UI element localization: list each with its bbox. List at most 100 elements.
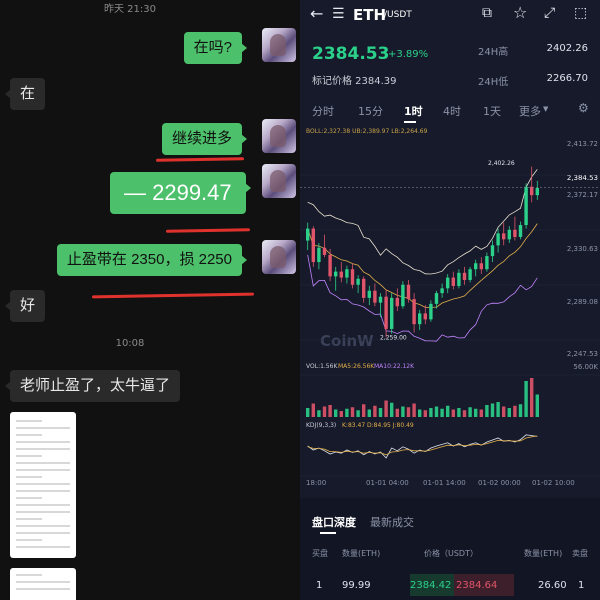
candle (530, 186, 534, 196)
message-bubble-other[interactable]: 好 (4, 290, 46, 322)
avatar[interactable] (262, 164, 296, 198)
tab-4h[interactable]: 4时 (443, 103, 461, 119)
orderbook-tab-indicator (320, 532, 336, 534)
volume-bar (334, 409, 338, 417)
candle (373, 290, 377, 303)
volume-bar (440, 408, 444, 417)
candle (367, 290, 371, 298)
avatar[interactable] (262, 28, 296, 62)
candle (378, 296, 383, 303)
tab-latest-trades[interactable]: 最新成交 (370, 514, 414, 530)
volume-bar (468, 407, 472, 417)
volume-bar (306, 408, 310, 417)
bid-price[interactable]: 2384.42 (410, 580, 451, 591)
volume-bar (490, 403, 495, 417)
candle (502, 233, 506, 240)
volume-bar (446, 405, 450, 417)
volume-bar (496, 402, 500, 417)
candle (490, 245, 495, 257)
red-underline-annotation (91, 292, 255, 299)
chart-low-label: 2,259.00 (380, 334, 407, 341)
message-bubble-me-price[interactable]: — 2299.47 (110, 172, 251, 214)
volume-bar (362, 404, 366, 417)
volume-label: VOL:1.56K (306, 363, 338, 370)
volume-bar (502, 406, 506, 417)
candle (350, 269, 355, 285)
volume-bar (339, 411, 343, 417)
volume-bar (434, 406, 439, 417)
message-bubble-me[interactable]: 继续进多 (161, 123, 248, 155)
volume-bar (524, 381, 528, 417)
candle (345, 269, 349, 278)
tab-timeline[interactable]: 分时 (312, 103, 334, 119)
bid-quantity: 99.99 (342, 580, 371, 591)
candle (395, 297, 399, 307)
mark-price: 标记价格 2384.39 (312, 76, 397, 87)
volume-bar (457, 408, 461, 417)
boll-lower-band (307, 254, 538, 342)
candle (328, 254, 332, 277)
candlestick-chart[interactable]: 2,402.26 2,259.00 (300, 135, 600, 500)
volume-bar (412, 403, 416, 417)
avatar[interactable] (262, 119, 296, 153)
chevron-down-icon[interactable]: ▼ (543, 105, 548, 113)
orderbook-header: 价格（USDT） (424, 549, 478, 558)
chart-high-label: 2,402.26 (488, 160, 515, 167)
red-underline-annotation (155, 157, 245, 162)
candle (390, 297, 394, 329)
candle (451, 277, 455, 286)
volume-axis-label: 56.00K (573, 363, 598, 371)
volume-bar (345, 408, 349, 417)
orderbook-header: 卖盘 (572, 549, 588, 558)
landscape-icon[interactable]: ⬚ (574, 6, 587, 20)
volume-bar (513, 405, 517, 417)
message-bubble-other[interactable]: 在 (4, 78, 46, 110)
tab-15m[interactable]: 15分 (358, 103, 383, 119)
menu-icon[interactable]: ☰ (332, 7, 345, 21)
candle (322, 247, 327, 255)
low-label: 24H低 (478, 77, 509, 88)
indicator-settings-icon[interactable]: ⚙ (578, 101, 589, 115)
timestamp-top: 昨天 21:30 (104, 4, 156, 15)
chat-panel: 昨天 21:30 在吗? 在 继续进多 — 2299.47 止盈带在 2350，… (0, 0, 300, 600)
high-label: 24H高 (478, 47, 509, 58)
boll-upper-band (307, 169, 538, 275)
star-icon[interactable]: ☆ (513, 5, 527, 21)
message-bubble-me[interactable]: 止盈带在 2350，损 2250 (56, 244, 248, 276)
candle (401, 284, 405, 307)
kdj-label: KDJ(9,3,3) (306, 422, 337, 429)
x-axis-label: 18:00 (306, 479, 327, 487)
volume-bar (474, 408, 478, 417)
avatar[interactable] (262, 240, 296, 274)
candle (462, 272, 467, 280)
ask-price[interactable]: 2384.64 (456, 580, 497, 591)
back-arrow-icon[interactable]: ← (310, 6, 323, 22)
tab-more[interactable]: 更多 (519, 103, 541, 119)
candle (513, 229, 517, 237)
candle (412, 299, 416, 325)
candle (306, 228, 310, 241)
screenshot-thumbnail[interactable] (10, 568, 76, 600)
fullscreen-icon[interactable]: ⤢ (544, 6, 555, 20)
price-change: +3.89% (388, 49, 429, 60)
tab-1d[interactable]: 1天 (483, 103, 501, 119)
chart-settings-icon[interactable]: ⧉ (482, 6, 492, 20)
kdj-k-line (307, 434, 538, 459)
pair-name[interactable]: ETH (353, 6, 386, 24)
high-value: 2402.26 (546, 43, 588, 54)
screenshot-thumbnail[interactable] (10, 412, 76, 558)
tab-1h[interactable]: 1时 (404, 103, 423, 119)
volume-bar (479, 409, 483, 417)
top-bar: ← ☰ ETH /USDT ⧉ ☆ ⤢ ⬚ (300, 0, 600, 30)
candle (468, 269, 472, 280)
volume-bar (429, 408, 433, 417)
bid-index: 1 (316, 580, 323, 591)
ma5-label: MA5:26.56K (338, 363, 375, 370)
message-bubble-me[interactable]: 在吗? (183, 32, 248, 64)
message-bubble-other[interactable]: 老师止盈了，太牛逼了 (4, 370, 181, 402)
candle (485, 256, 489, 270)
tab-order-depth[interactable]: 盘口深度 (312, 514, 356, 530)
active-tab-indicator (404, 121, 416, 123)
x-axis-label: 01-01 04:00 (366, 479, 409, 487)
candle (384, 296, 388, 329)
